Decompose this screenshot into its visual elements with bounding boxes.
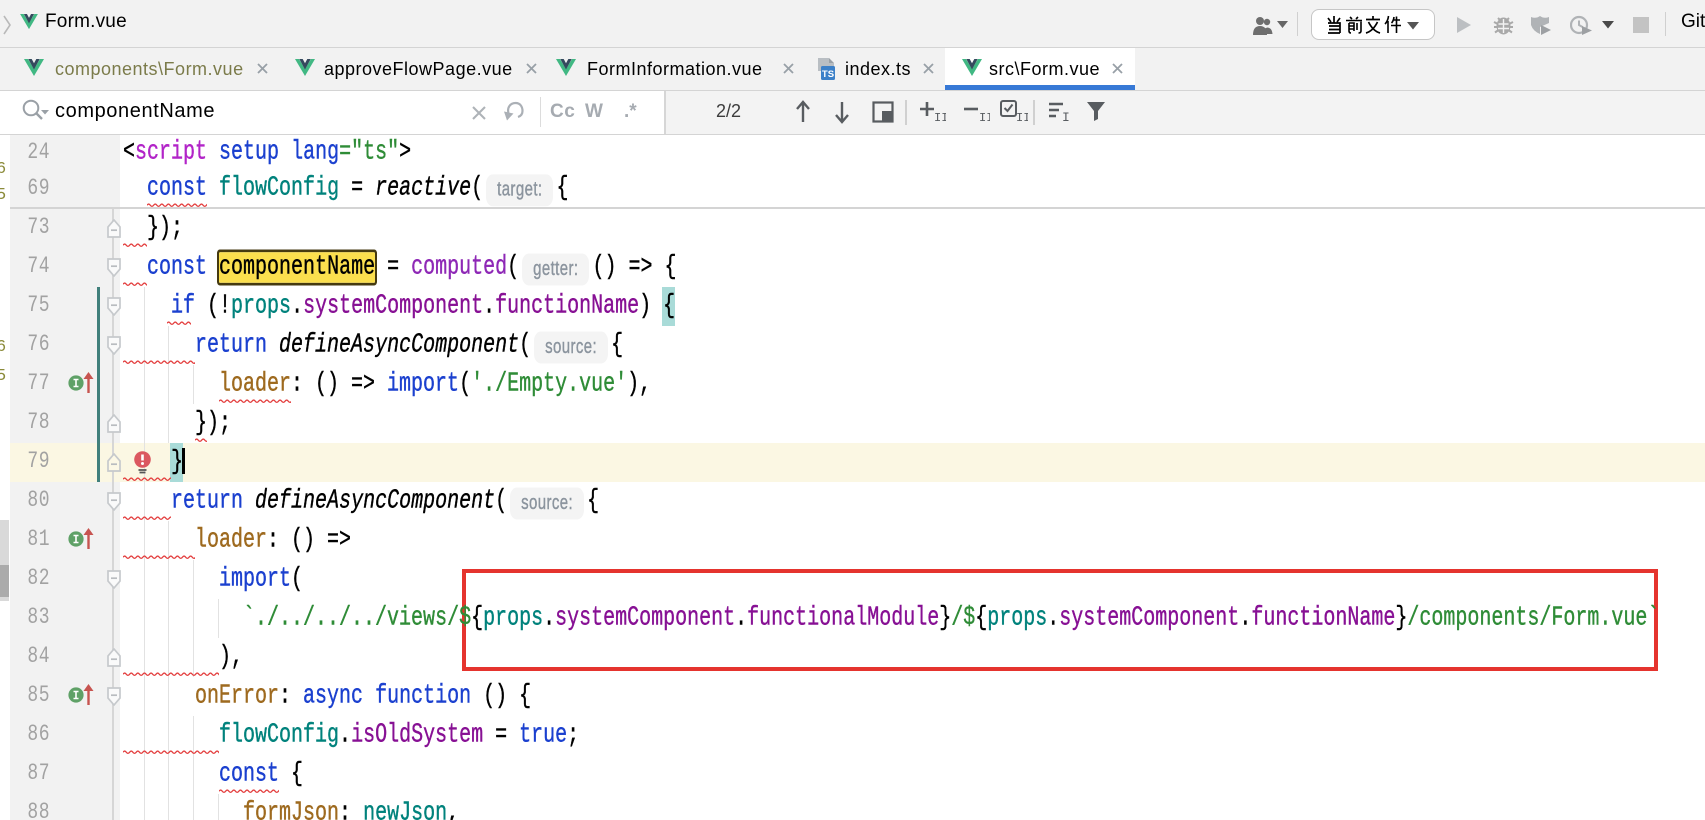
svg-text:II: II — [934, 111, 946, 124]
svg-text:II: II — [1016, 111, 1028, 124]
svg-text:I: I — [1062, 110, 1070, 123]
svg-text:II: II — [979, 111, 990, 124]
svg-text:TS: TS — [822, 69, 834, 80]
